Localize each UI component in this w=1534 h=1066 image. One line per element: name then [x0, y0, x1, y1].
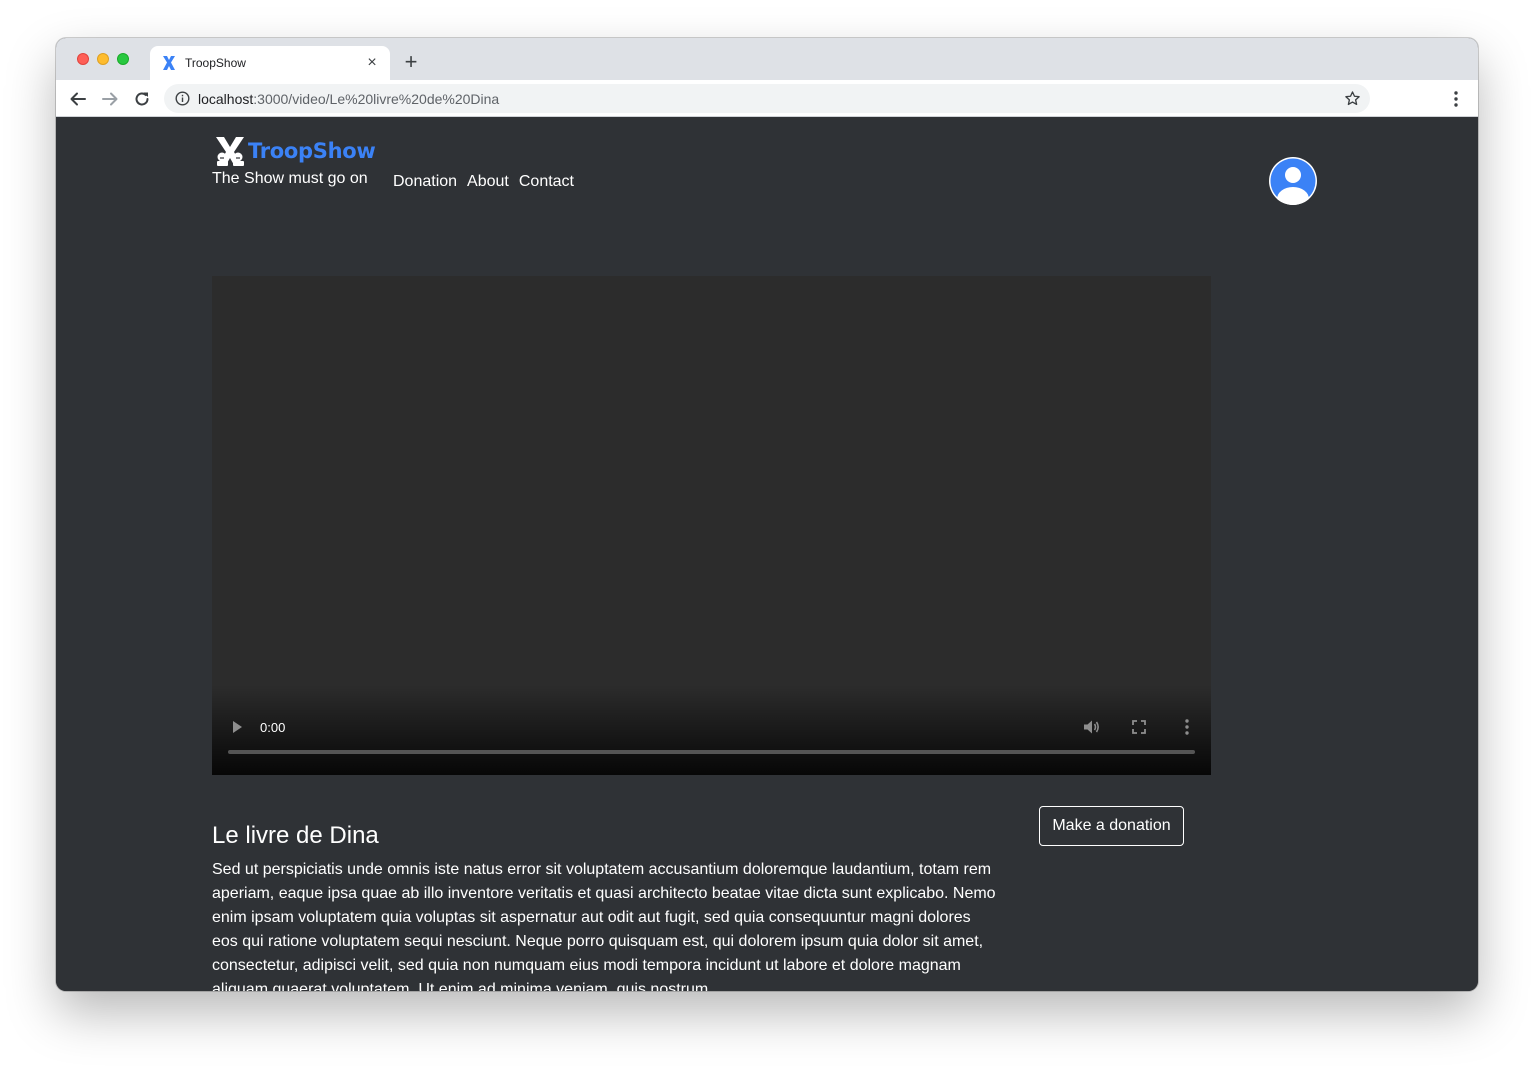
video-title: Le livre de Dina — [212, 822, 379, 849]
tab-close-icon[interactable]: × — [362, 53, 382, 73]
browser-toolbar: localhost:3000/video/Le%20livre%20de%20D… — [56, 80, 1478, 117]
video-progress-bar[interactable] — [228, 750, 1195, 754]
vertical-dots-icon[interactable] — [1446, 89, 1466, 109]
brand-name: TroopShow — [248, 139, 376, 163]
url-text[interactable]: localhost:3000/video/Le%20livre%20de%20D… — [198, 91, 499, 107]
video-player[interactable]: 0:00 — [212, 276, 1211, 775]
tab-title: TroopShow — [185, 56, 246, 70]
page-content: TroopShow The Show must go on Donation A… — [56, 117, 1478, 991]
video-description: Sed ut perspiciatis unde omnis iste natu… — [212, 861, 996, 991]
minimize-window-button[interactable] — [97, 53, 109, 65]
troopshow-logo-icon — [216, 137, 244, 166]
video-controls-background — [212, 685, 1211, 775]
new-tab-button[interactable]: + — [400, 51, 422, 73]
user-avatar-button[interactable] — [1269, 157, 1317, 205]
star-icon[interactable] — [1344, 90, 1361, 107]
arrow-left-icon — [70, 92, 86, 106]
back-button[interactable] — [65, 86, 91, 112]
brand-tagline: The Show must go on — [212, 170, 368, 187]
nav-link-donation[interactable]: Donation — [393, 173, 457, 191]
close-window-button[interactable] — [77, 53, 89, 65]
vertical-dots-icon[interactable] — [1178, 717, 1196, 737]
address-bar[interactable]: localhost:3000/video/Le%20livre%20de%20D… — [164, 84, 1370, 113]
reload-icon — [135, 92, 149, 106]
nav-link-contact[interactable]: Contact — [519, 173, 574, 191]
info-icon[interactable] — [175, 91, 190, 106]
reload-button[interactable] — [129, 86, 155, 112]
play-icon[interactable] — [230, 719, 244, 735]
troopshow-logo-icon — [163, 56, 175, 70]
arrow-right-icon — [102, 92, 118, 106]
browser-tab[interactable]: TroopShow × — [150, 46, 390, 80]
user-avatar-icon — [1270, 158, 1316, 205]
browser-window: TroopShow × + localhost:3000/video/Le%20… — [56, 38, 1478, 991]
url-path: :3000/video/Le%20livre%20de%20Dina — [253, 91, 500, 107]
tab-strip: TroopShow × + — [56, 38, 1478, 80]
url-host: localhost — [198, 91, 254, 107]
make-donation-button[interactable]: Make a donation — [1039, 806, 1184, 846]
main-nav: Donation About Contact — [393, 173, 574, 191]
volume-icon[interactable] — [1081, 717, 1101, 737]
maximize-window-button[interactable] — [117, 53, 129, 65]
nav-link-about[interactable]: About — [467, 173, 509, 191]
forward-button[interactable] — [97, 86, 123, 112]
fullscreen-icon[interactable] — [1130, 718, 1148, 736]
video-current-time: 0:00 — [260, 720, 286, 735]
